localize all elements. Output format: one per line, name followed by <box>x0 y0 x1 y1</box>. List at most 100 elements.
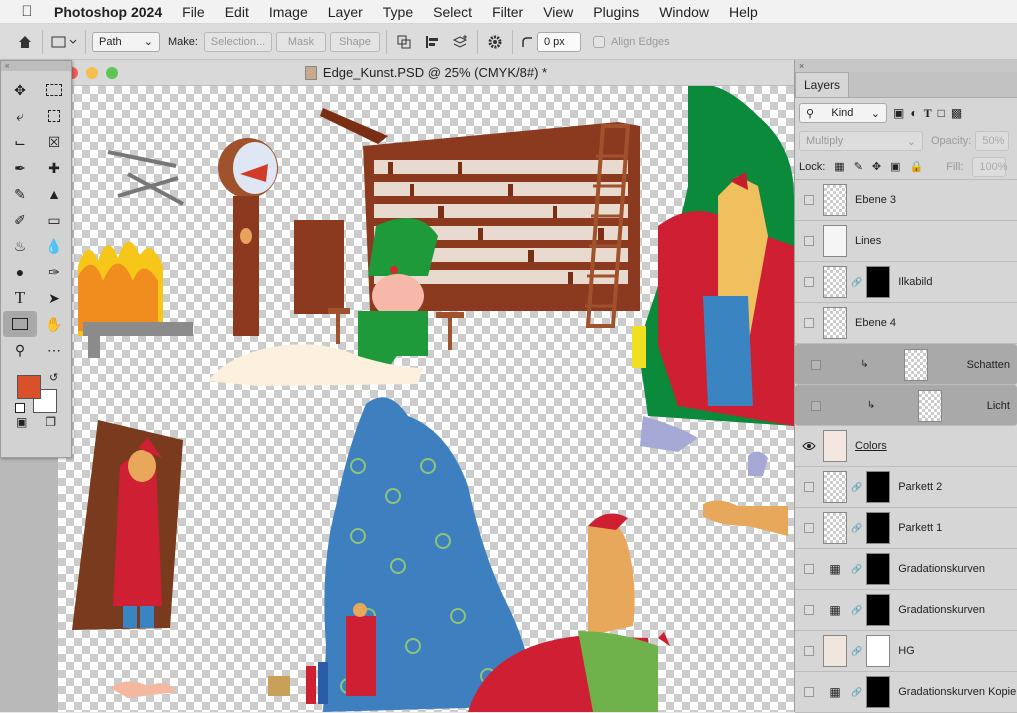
layer-row[interactable]: ↳ Licht <box>795 385 1017 426</box>
filter-kind-select[interactable]: ⚲ Kind ⌄ <box>799 103 887 123</box>
move-tool-icon[interactable]: ✥ <box>3 77 37 103</box>
layer-row[interactable]: Lines <box>795 221 1017 262</box>
visibility-toggle[interactable] <box>795 318 823 328</box>
rectangle-tool-icon[interactable] <box>3 311 37 337</box>
fill-input[interactable]: 100% <box>972 156 1008 177</box>
layer-row[interactable]: 🔗 HG <box>795 631 1017 672</box>
visibility-toggle[interactable] <box>802 359 830 370</box>
corner-radius-input[interactable]: 0 px <box>536 31 581 52</box>
menu-type[interactable]: Type <box>383 4 413 20</box>
more-tools-icon[interactable]: ⋯ <box>37 337 71 363</box>
eyedropper-tool-icon[interactable]: ✒ <box>3 155 37 181</box>
home-icon[interactable] <box>14 31 36 53</box>
hand-tool-icon[interactable]: ✋ <box>37 311 71 337</box>
lock-position-icon[interactable]: ✥ <box>872 160 881 173</box>
document-tab[interactable]: Edge_Kunst.PSD @ 25% (CMYK/8#) * <box>58 60 794 86</box>
app-name-menu[interactable]: Photoshop 2024 <box>54 4 162 20</box>
history-brush-tool-icon[interactable]: ✐ <box>3 207 37 233</box>
path-alignment-icon[interactable] <box>421 31 443 53</box>
rectangle-tool-preset-icon[interactable] <box>49 31 79 53</box>
object-selection-tool-icon[interactable] <box>37 103 71 129</box>
lock-artboard-icon[interactable]: ▣ <box>890 160 900 173</box>
menu-filter[interactable]: Filter <box>492 4 523 20</box>
type-tool-icon[interactable]: T <box>3 285 37 311</box>
healing-brush-tool-icon[interactable]: ✚ <box>37 155 71 181</box>
menu-file[interactable]: File <box>182 4 205 20</box>
path-arrangement-icon[interactable] <box>449 31 471 53</box>
menu-image[interactable]: Image <box>269 4 308 20</box>
filter-type-icon[interactable]: T <box>924 106 932 121</box>
make-shape-button[interactable]: Shape <box>329 31 380 52</box>
lock-image-icon[interactable]: ✎ <box>854 160 863 173</box>
lock-all-icon[interactable]: 🔒 <box>910 160 924 173</box>
apple-menu-icon[interactable]:  <box>0 3 54 20</box>
menu-edit[interactable]: Edit <box>225 4 249 20</box>
visibility-toggle[interactable] <box>795 646 823 656</box>
visibility-toggle[interactable] <box>802 400 830 411</box>
visibility-toggle[interactable] <box>795 523 823 533</box>
visibility-toggle[interactable] <box>795 482 823 492</box>
align-edges-checkbox[interactable] <box>592 35 605 48</box>
default-colors-icon[interactable] <box>15 403 25 413</box>
paint-bucket-tool-icon[interactable]: ♨ <box>3 233 37 259</box>
clone-stamp-tool-icon[interactable]: ▲ <box>37 181 71 207</box>
screen-mode-icon[interactable]: ❐ <box>45 415 56 429</box>
layers-panel-close-icon[interactable]: × <box>795 60 1017 72</box>
visibility-toggle[interactable] <box>795 195 823 205</box>
opacity-input[interactable]: 50% <box>975 131 1010 151</box>
menu-help[interactable]: Help <box>729 4 758 20</box>
filter-pixel-icon[interactable]: ▣ <box>893 106 904 120</box>
pen-tool-icon[interactable]: ✑ <box>37 259 71 285</box>
crop-tool-icon[interactable]: ⌙ <box>3 129 37 155</box>
layer-name: Ilkabild <box>898 276 933 288</box>
canvas[interactable] <box>58 84 794 712</box>
path-selection-tool-icon[interactable]: ➤ <box>37 285 71 311</box>
brush-tool-icon[interactable]: ✎ <box>3 181 37 207</box>
layer-row[interactable]: ↳ Schatten <box>795 344 1017 385</box>
visibility-toggle[interactable] <box>795 277 823 287</box>
tool-mode-select[interactable]: Path ⌄ <box>92 31 160 52</box>
lasso-tool-icon[interactable]: ⤶ <box>3 103 37 129</box>
layer-row[interactable]: ▦ 🔗 Gradationskurven Kopie <box>795 672 1017 713</box>
frame-tool-icon[interactable]: ☒ <box>37 129 71 155</box>
layer-row[interactable]: Ebene 3 <box>795 180 1017 221</box>
visibility-toggle[interactable] <box>795 236 823 246</box>
layer-row[interactable]: 🔗 Parkett 1 <box>795 508 1017 549</box>
blur-tool-icon[interactable]: 💧 <box>37 233 71 259</box>
layer-row[interactable]: ▦ 🔗 Gradationskurven <box>795 549 1017 590</box>
visibility-toggle[interactable] <box>795 687 823 697</box>
path-operations-icon[interactable] <box>393 31 415 53</box>
layer-row[interactable]: Colors <box>795 426 1017 467</box>
menu-layer[interactable]: Layer <box>328 4 363 20</box>
make-selection-button[interactable]: Selection... <box>203 31 272 52</box>
eraser-tool-icon[interactable]: ▭ <box>37 207 71 233</box>
quick-mask-icon[interactable]: ▣ <box>16 415 27 429</box>
dodge-tool-icon[interactable]: ● <box>3 259 37 285</box>
minimize-window-button[interactable] <box>86 66 98 79</box>
layer-row[interactable]: Ebene 4 <box>795 303 1017 344</box>
marquee-tool-icon[interactable] <box>37 77 71 103</box>
blend-mode-select[interactable]: Multiply ⌄ <box>799 131 923 151</box>
layer-row[interactable]: ▦ 🔗 Gradationskurven <box>795 590 1017 631</box>
visibility-toggle[interactable] <box>795 605 823 615</box>
eye-icon[interactable] <box>795 441 823 451</box>
maximize-window-button[interactable] <box>106 66 118 79</box>
filter-adjustment-icon[interactable]: ◐ <box>910 106 917 120</box>
foreground-color-swatch[interactable] <box>17 375 41 399</box>
tools-panel-collapse-icon[interactable]: « <box>1 61 71 71</box>
filter-smart-object-icon[interactable]: ▩ <box>951 106 962 120</box>
menu-window[interactable]: Window <box>659 4 709 20</box>
zoom-tool-icon[interactable]: ⚲ <box>3 337 37 363</box>
visibility-toggle[interactable] <box>795 564 823 574</box>
gear-icon[interactable] <box>484 31 506 53</box>
layer-row[interactable]: 🔗 Ilkabild <box>795 262 1017 303</box>
menu-plugins[interactable]: Plugins <box>593 4 639 20</box>
make-mask-button[interactable]: Mask <box>275 31 326 52</box>
filter-shape-icon[interactable]: □ <box>938 106 945 120</box>
tab-layers[interactable]: Layers <box>795 72 850 97</box>
lock-transparent-icon[interactable]: ▦ <box>834 160 844 173</box>
menu-view[interactable]: View <box>543 4 573 20</box>
menu-select[interactable]: Select <box>433 4 472 20</box>
swap-colors-icon[interactable]: ↺ <box>49 371 58 384</box>
layer-row[interactable]: 🔗 Parkett 2 <box>795 467 1017 508</box>
